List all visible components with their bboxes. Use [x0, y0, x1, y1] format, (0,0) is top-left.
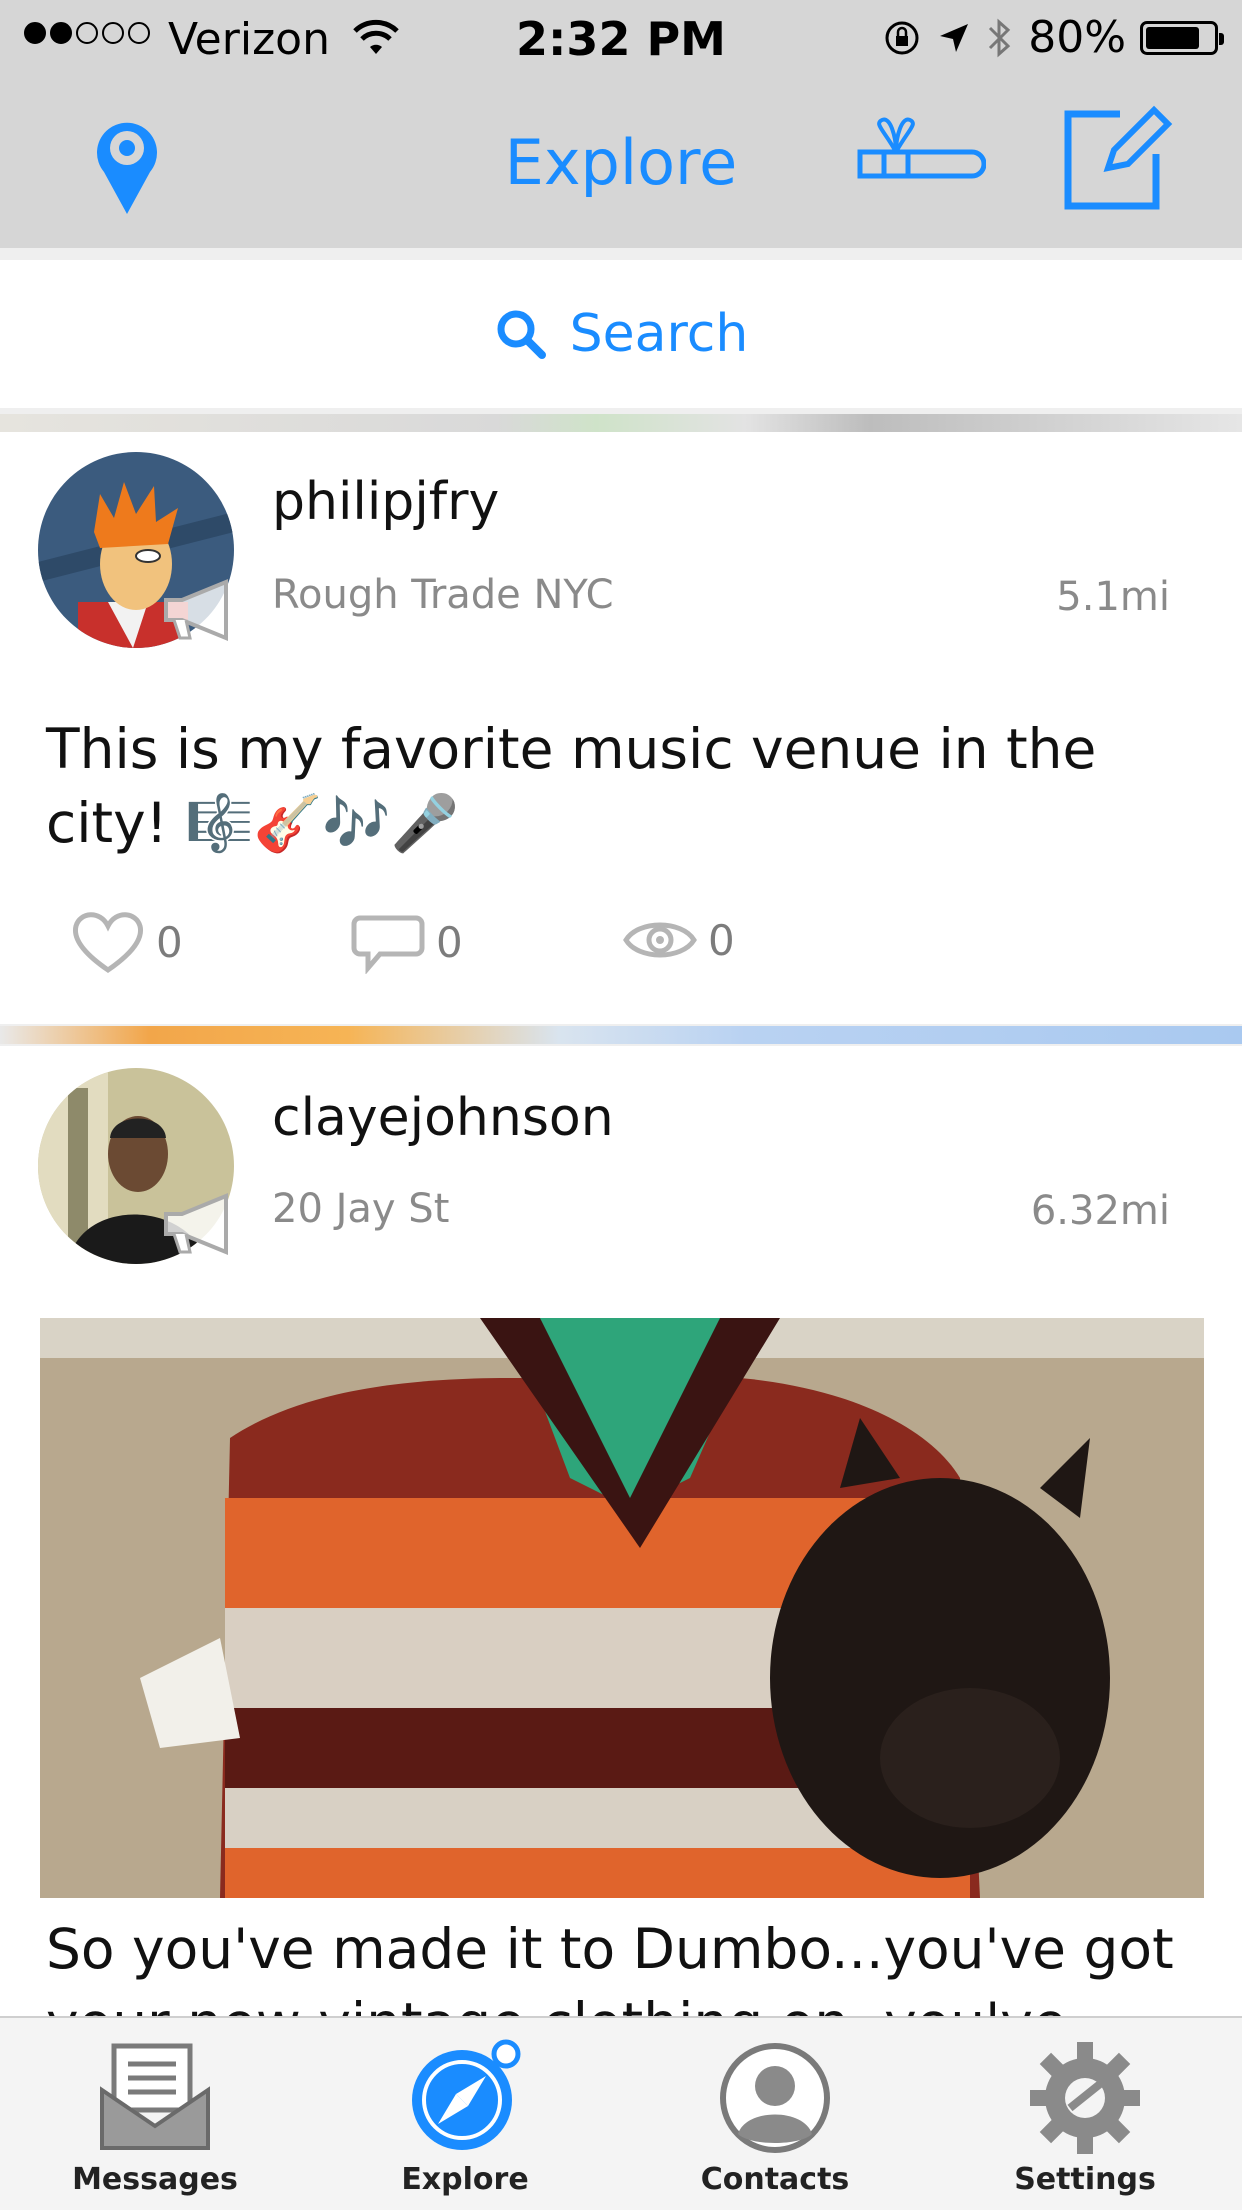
tab-messages[interactable]: Messages	[0, 2018, 310, 2210]
post-location[interactable]: Rough Trade NYC	[272, 572, 614, 618]
post-card[interactable]: clayejohnson 20 Jay St 6.32mi So you've …	[0, 1046, 1242, 2055]
megaphone-icon	[164, 579, 228, 641]
page-title: Explore	[504, 126, 738, 199]
post-text: This is my favorite music venue in the c…	[46, 717, 1097, 855]
tab-contacts[interactable]: Contacts	[620, 2018, 930, 2210]
compose-icon[interactable]	[1058, 104, 1174, 216]
search-bar[interactable]: Search	[0, 260, 1242, 408]
gift-icon[interactable]	[854, 116, 986, 198]
like-count: 0	[156, 917, 183, 967]
tab-label: Contacts	[700, 2162, 850, 2197]
post-location[interactable]: 20 Jay St	[272, 1186, 449, 1232]
orientation-lock-icon	[885, 21, 919, 54]
eye-icon	[623, 922, 697, 958]
map-strip	[0, 1026, 1242, 1044]
search-icon	[497, 310, 546, 359]
tab-label: Messages	[72, 2162, 238, 2197]
heart-icon	[72, 912, 144, 974]
comment-button[interactable]: 0	[350, 910, 463, 974]
tab-bar: Messages Explore Contacts Settings	[0, 2016, 1242, 2210]
compass-icon	[412, 2039, 521, 2150]
post-card[interactable]: philipjfry Rough Trade NYC 5.1mi This is…	[0, 432, 1242, 1024]
search-placeholder: Search	[569, 304, 749, 364]
messages-icon	[100, 2043, 210, 2150]
comment-bubble-icon	[351, 915, 425, 974]
battery-percent: 80%	[1028, 12, 1126, 63]
views-indicator: 0	[622, 914, 735, 966]
map-strip	[0, 414, 1242, 432]
post-username[interactable]: clayejohnson	[272, 1088, 614, 1148]
tab-explore[interactable]: Explore	[310, 2018, 620, 2210]
location-arrow-icon	[940, 23, 969, 52]
post-photo[interactable]	[40, 1318, 1204, 1898]
megaphone-icon	[164, 1193, 228, 1255]
like-button[interactable]: 0	[70, 908, 183, 976]
comment-count: 0	[436, 917, 463, 967]
gear-icon	[1030, 2042, 1140, 2154]
post-distance: 6.32mi	[1030, 1188, 1170, 1234]
tab-label: Settings	[1014, 2162, 1156, 2197]
post-distance: 5.1mi	[1056, 574, 1170, 620]
navigation-bar: Explore	[0, 82, 1242, 248]
status-bar: Verizon 2:32 PM 80%	[0, 0, 1242, 82]
battery-icon	[1140, 20, 1224, 55]
tab-label: Explore	[401, 2162, 529, 2197]
view-count: 0	[708, 915, 735, 965]
contacts-icon	[720, 2043, 830, 2153]
post-username[interactable]: philipjfry	[272, 472, 499, 532]
tab-settings[interactable]: Settings	[930, 2018, 1240, 2210]
bluetooth-icon	[989, 18, 1011, 57]
